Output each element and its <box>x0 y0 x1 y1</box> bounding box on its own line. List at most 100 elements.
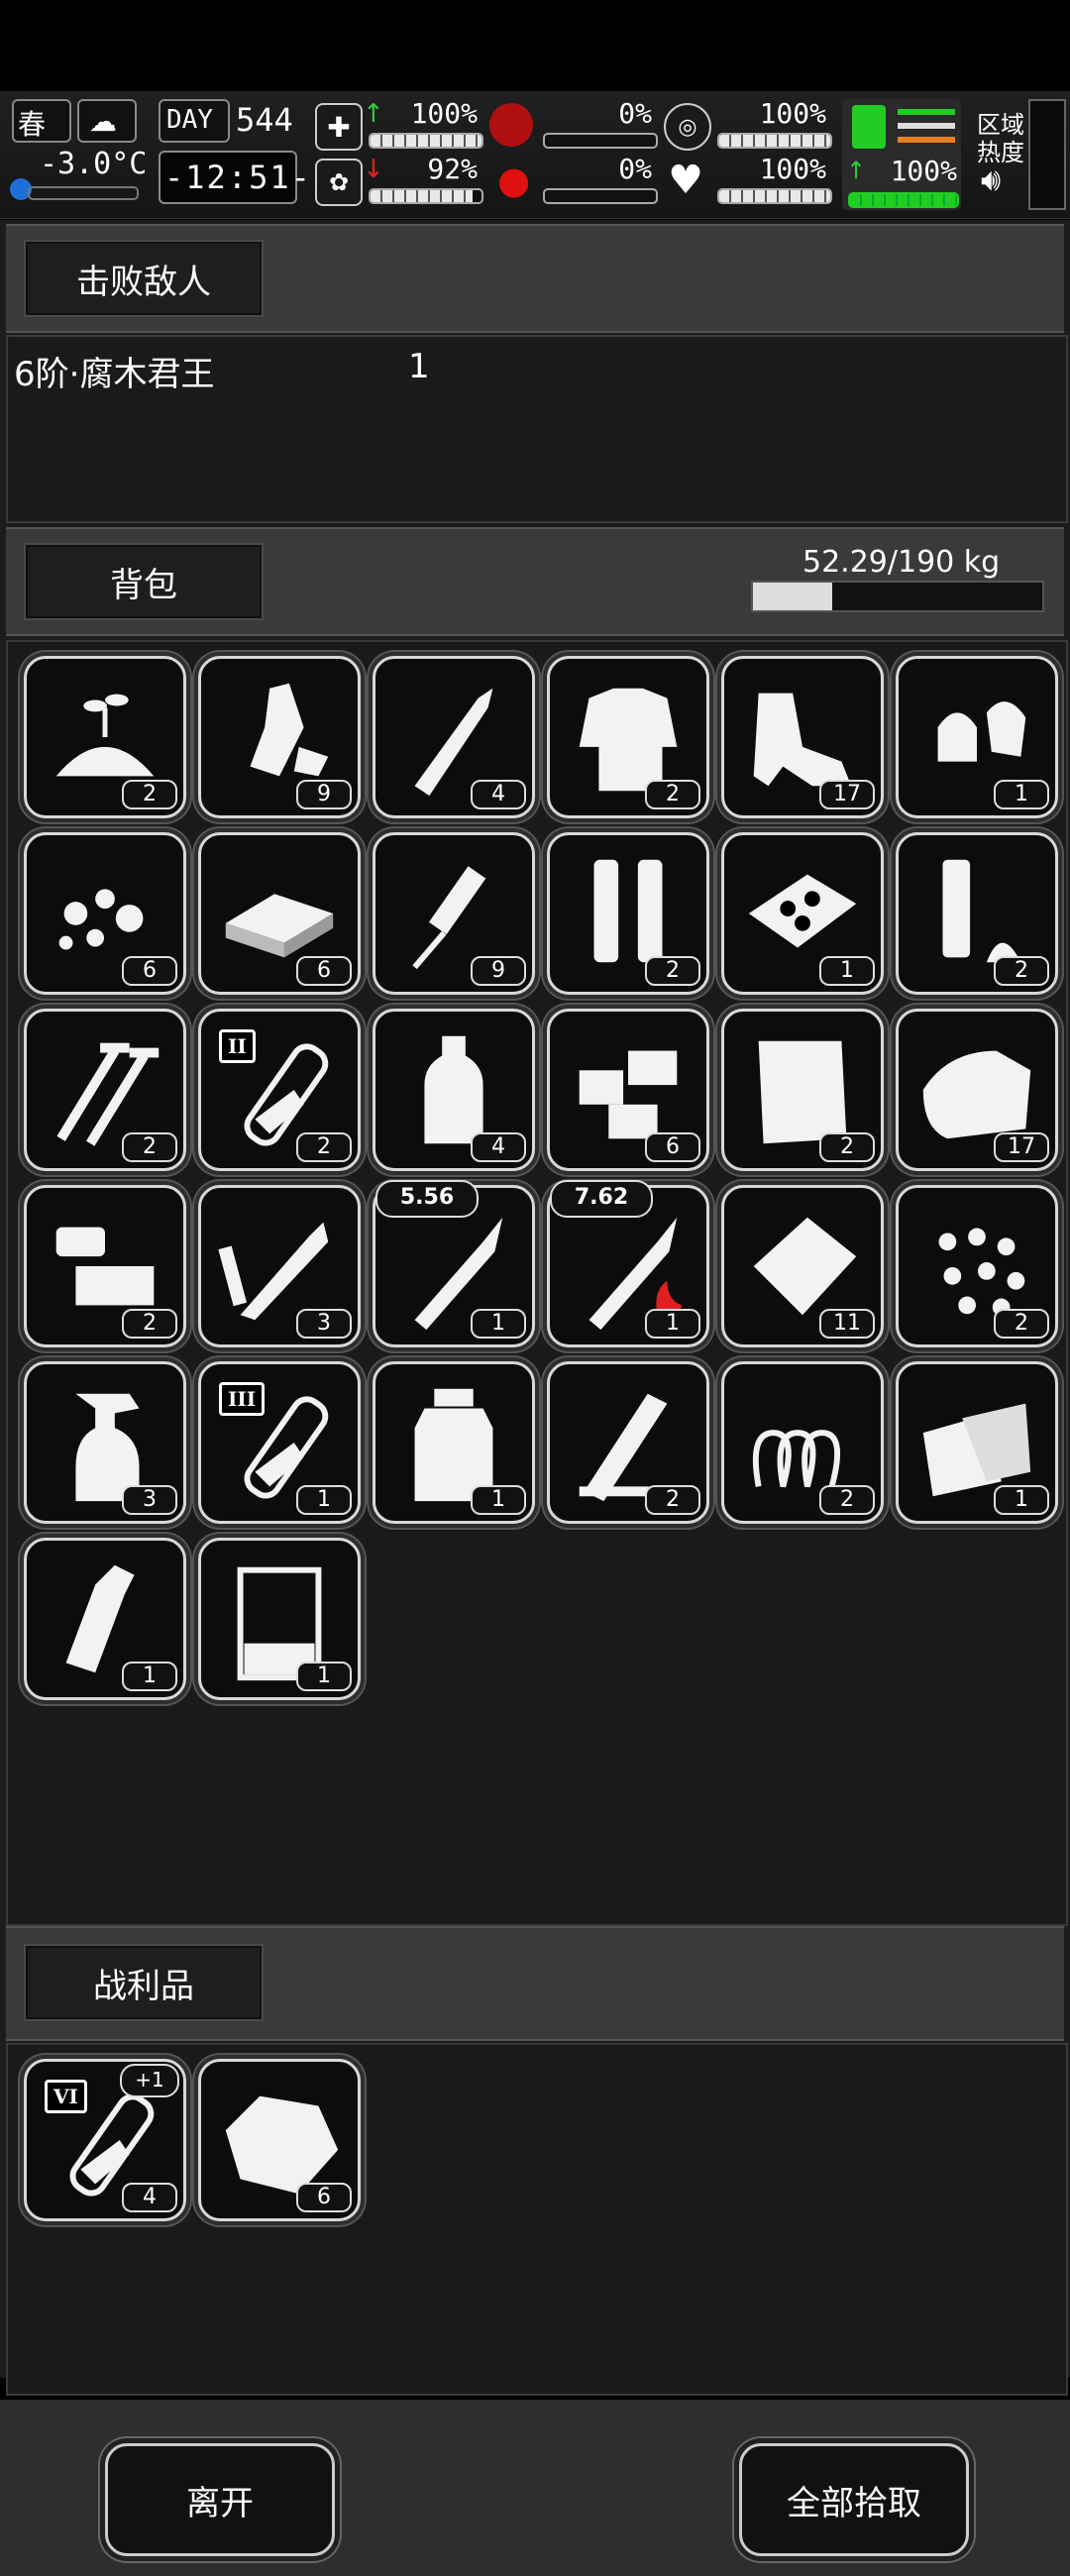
stomach-icon <box>489 103 533 147</box>
backpack-item-slot[interactable]: 1 <box>896 656 1058 818</box>
season-label: 春 <box>18 108 47 141</box>
item-count: 2 <box>994 1309 1049 1339</box>
day-number: 544 <box>236 101 293 139</box>
season-badge: 春 <box>12 99 71 143</box>
item-count: 1 <box>645 1309 700 1339</box>
backpack-item-slot[interactable]: 1 <box>721 832 884 995</box>
backpack-item-slot[interactable]: 2 <box>24 1185 186 1347</box>
loot-item-slot[interactable]: 6 <box>198 2059 361 2221</box>
day-label: DAY <box>166 105 213 135</box>
backpack-item-slot[interactable]: 1 <box>896 1361 1058 1524</box>
health-bar <box>369 133 483 149</box>
backpack-item-slot[interactable]: 4 <box>373 1009 535 1171</box>
enemy-count: 1 <box>408 347 430 386</box>
item-count: 2 <box>296 1132 352 1162</box>
loot-item-slot[interactable]: VI +1 4 <box>24 2059 186 2221</box>
backpack-item-slot[interactable]: II 2 <box>198 1009 361 1171</box>
medkit-icon: ✚ <box>315 103 363 151</box>
temperature-bar <box>28 186 139 200</box>
backpack-item-slot[interactable]: 9 <box>373 832 535 995</box>
backpack-item-slot[interactable]: 11 <box>721 1185 884 1347</box>
backpack-item-slot[interactable]: 17 <box>721 656 884 818</box>
bonus-bubble: +1 <box>120 2064 179 2097</box>
item-count: 3 <box>122 1485 177 1515</box>
backpack-item-slot[interactable]: 3 <box>198 1185 361 1347</box>
weight-bar <box>751 581 1044 612</box>
heart-bar <box>717 188 832 204</box>
loot-section-header: 战利品 <box>6 1926 1064 2041</box>
item-count: 2 <box>645 956 700 986</box>
backpack-weight: 52.29/190 kg <box>802 545 1001 580</box>
weather-badge: ☁ <box>77 99 137 143</box>
leave-button[interactable]: 离开 <box>105 2443 335 2556</box>
item-count: 1 <box>471 1485 526 1515</box>
backpack-item-slot[interactable]: 2 <box>896 832 1058 995</box>
backpack-item-slot[interactable]: 3 <box>24 1361 186 1524</box>
loot-tab[interactable]: 战利品 <box>24 1944 264 2021</box>
tier-badge: II <box>219 1029 256 1063</box>
item-count: 6 <box>296 2183 352 2212</box>
backpack-item-slot[interactable]: 2 <box>547 832 709 995</box>
backpack-item-slot[interactable]: 7.62 1 <box>547 1180 709 1347</box>
item-count: 1 <box>122 1662 177 1691</box>
item-count: 1 <box>296 1662 352 1691</box>
item-count: 1 <box>994 1485 1049 1515</box>
item-count: 6 <box>296 956 352 986</box>
backpack-item-slot[interactable]: 1 <box>24 1538 186 1700</box>
backpack-tab[interactable]: 背包 <box>24 543 264 620</box>
backpack-section-header: 背包 52.29/190 kg <box>6 527 1064 636</box>
defeat-tab[interactable]: 击败敌人 <box>24 240 264 317</box>
backpack-item-slot[interactable]: 2 <box>24 656 186 818</box>
item-count: 4 <box>471 1132 526 1162</box>
item-count: 1 <box>994 780 1049 809</box>
enemy-name: 6阶·腐木君王 <box>14 355 215 394</box>
backpack-item-slot[interactable]: 6 <box>198 832 361 995</box>
item-count: 4 <box>122 2183 177 2212</box>
item-count: 2 <box>122 1132 177 1162</box>
item-count: 2 <box>122 1309 177 1339</box>
clock-readout: -12:51- <box>164 159 312 196</box>
weight-bar-fill <box>753 583 833 610</box>
backpack-item-slot[interactable]: 1 <box>198 1538 361 1700</box>
brain-icon: ✿ <box>315 159 363 206</box>
armor-bar <box>717 133 832 149</box>
backpack-item-slot[interactable]: 9 <box>198 656 361 818</box>
item-count: 2 <box>645 1485 700 1515</box>
blood-drop-icon: ● <box>497 159 531 202</box>
item-count: 11 <box>819 1309 875 1339</box>
health-value: 100% <box>410 97 478 130</box>
speaker-icon[interactable]: 🔊︎ <box>981 161 1001 199</box>
bleeding-bar <box>543 188 658 204</box>
pick-all-button[interactable]: 全部拾取 <box>739 2443 969 2556</box>
backpack-grid: 2 9 4 2 17 1 6 6 9 2 1 2 2 II 2 4 6 2 17 2 3 5.56 1 7.62 1 11 2 3 II… <box>6 640 1068 1926</box>
status-bar <box>0 0 1070 91</box>
backpack-item-slot[interactable]: 6 <box>547 1009 709 1171</box>
item-count: 1 <box>819 956 875 986</box>
backpack-item-slot[interactable]: 2 <box>721 1009 884 1171</box>
item-count: 4 <box>471 780 526 809</box>
backpack-item-slot[interactable]: 2 <box>896 1185 1058 1347</box>
stamina-value: 100% <box>890 155 957 187</box>
backpack-item-slot[interactable]: 5.56 1 <box>373 1180 535 1347</box>
heart-icon: ♥ <box>668 158 703 203</box>
caliber-label: 5.56 <box>375 1180 479 1218</box>
backpack-item-slot[interactable]: III 1 <box>198 1361 361 1524</box>
backpack-item-slot[interactable]: 1 <box>373 1361 535 1524</box>
backpack-item-slot[interactable]: 4 <box>373 656 535 818</box>
cloud-icon: ☁ <box>89 105 117 138</box>
item-count: 1 <box>471 1309 526 1339</box>
item-count: 9 <box>296 780 352 809</box>
caliber-label: 7.62 <box>550 1180 653 1218</box>
item-count: 2 <box>645 780 700 809</box>
backpack-item-slot[interactable]: 17 <box>896 1009 1058 1171</box>
backpack-item-slot[interactable]: 2 <box>547 1361 709 1524</box>
heart-value: 100% <box>759 153 826 185</box>
backpack-item-slot[interactable]: 2 <box>24 1009 186 1171</box>
backpack-item-slot[interactable]: 2 <box>721 1361 884 1524</box>
day-badge: DAY <box>159 99 230 143</box>
stamina-panel: ↑ 100% <box>842 99 961 210</box>
zone-heat-meter <box>1028 99 1066 210</box>
defeated-enemies-panel: 6阶·腐木君王 1 <box>6 335 1068 523</box>
backpack-item-slot[interactable]: 6 <box>24 832 186 995</box>
backpack-item-slot[interactable]: 2 <box>547 656 709 818</box>
